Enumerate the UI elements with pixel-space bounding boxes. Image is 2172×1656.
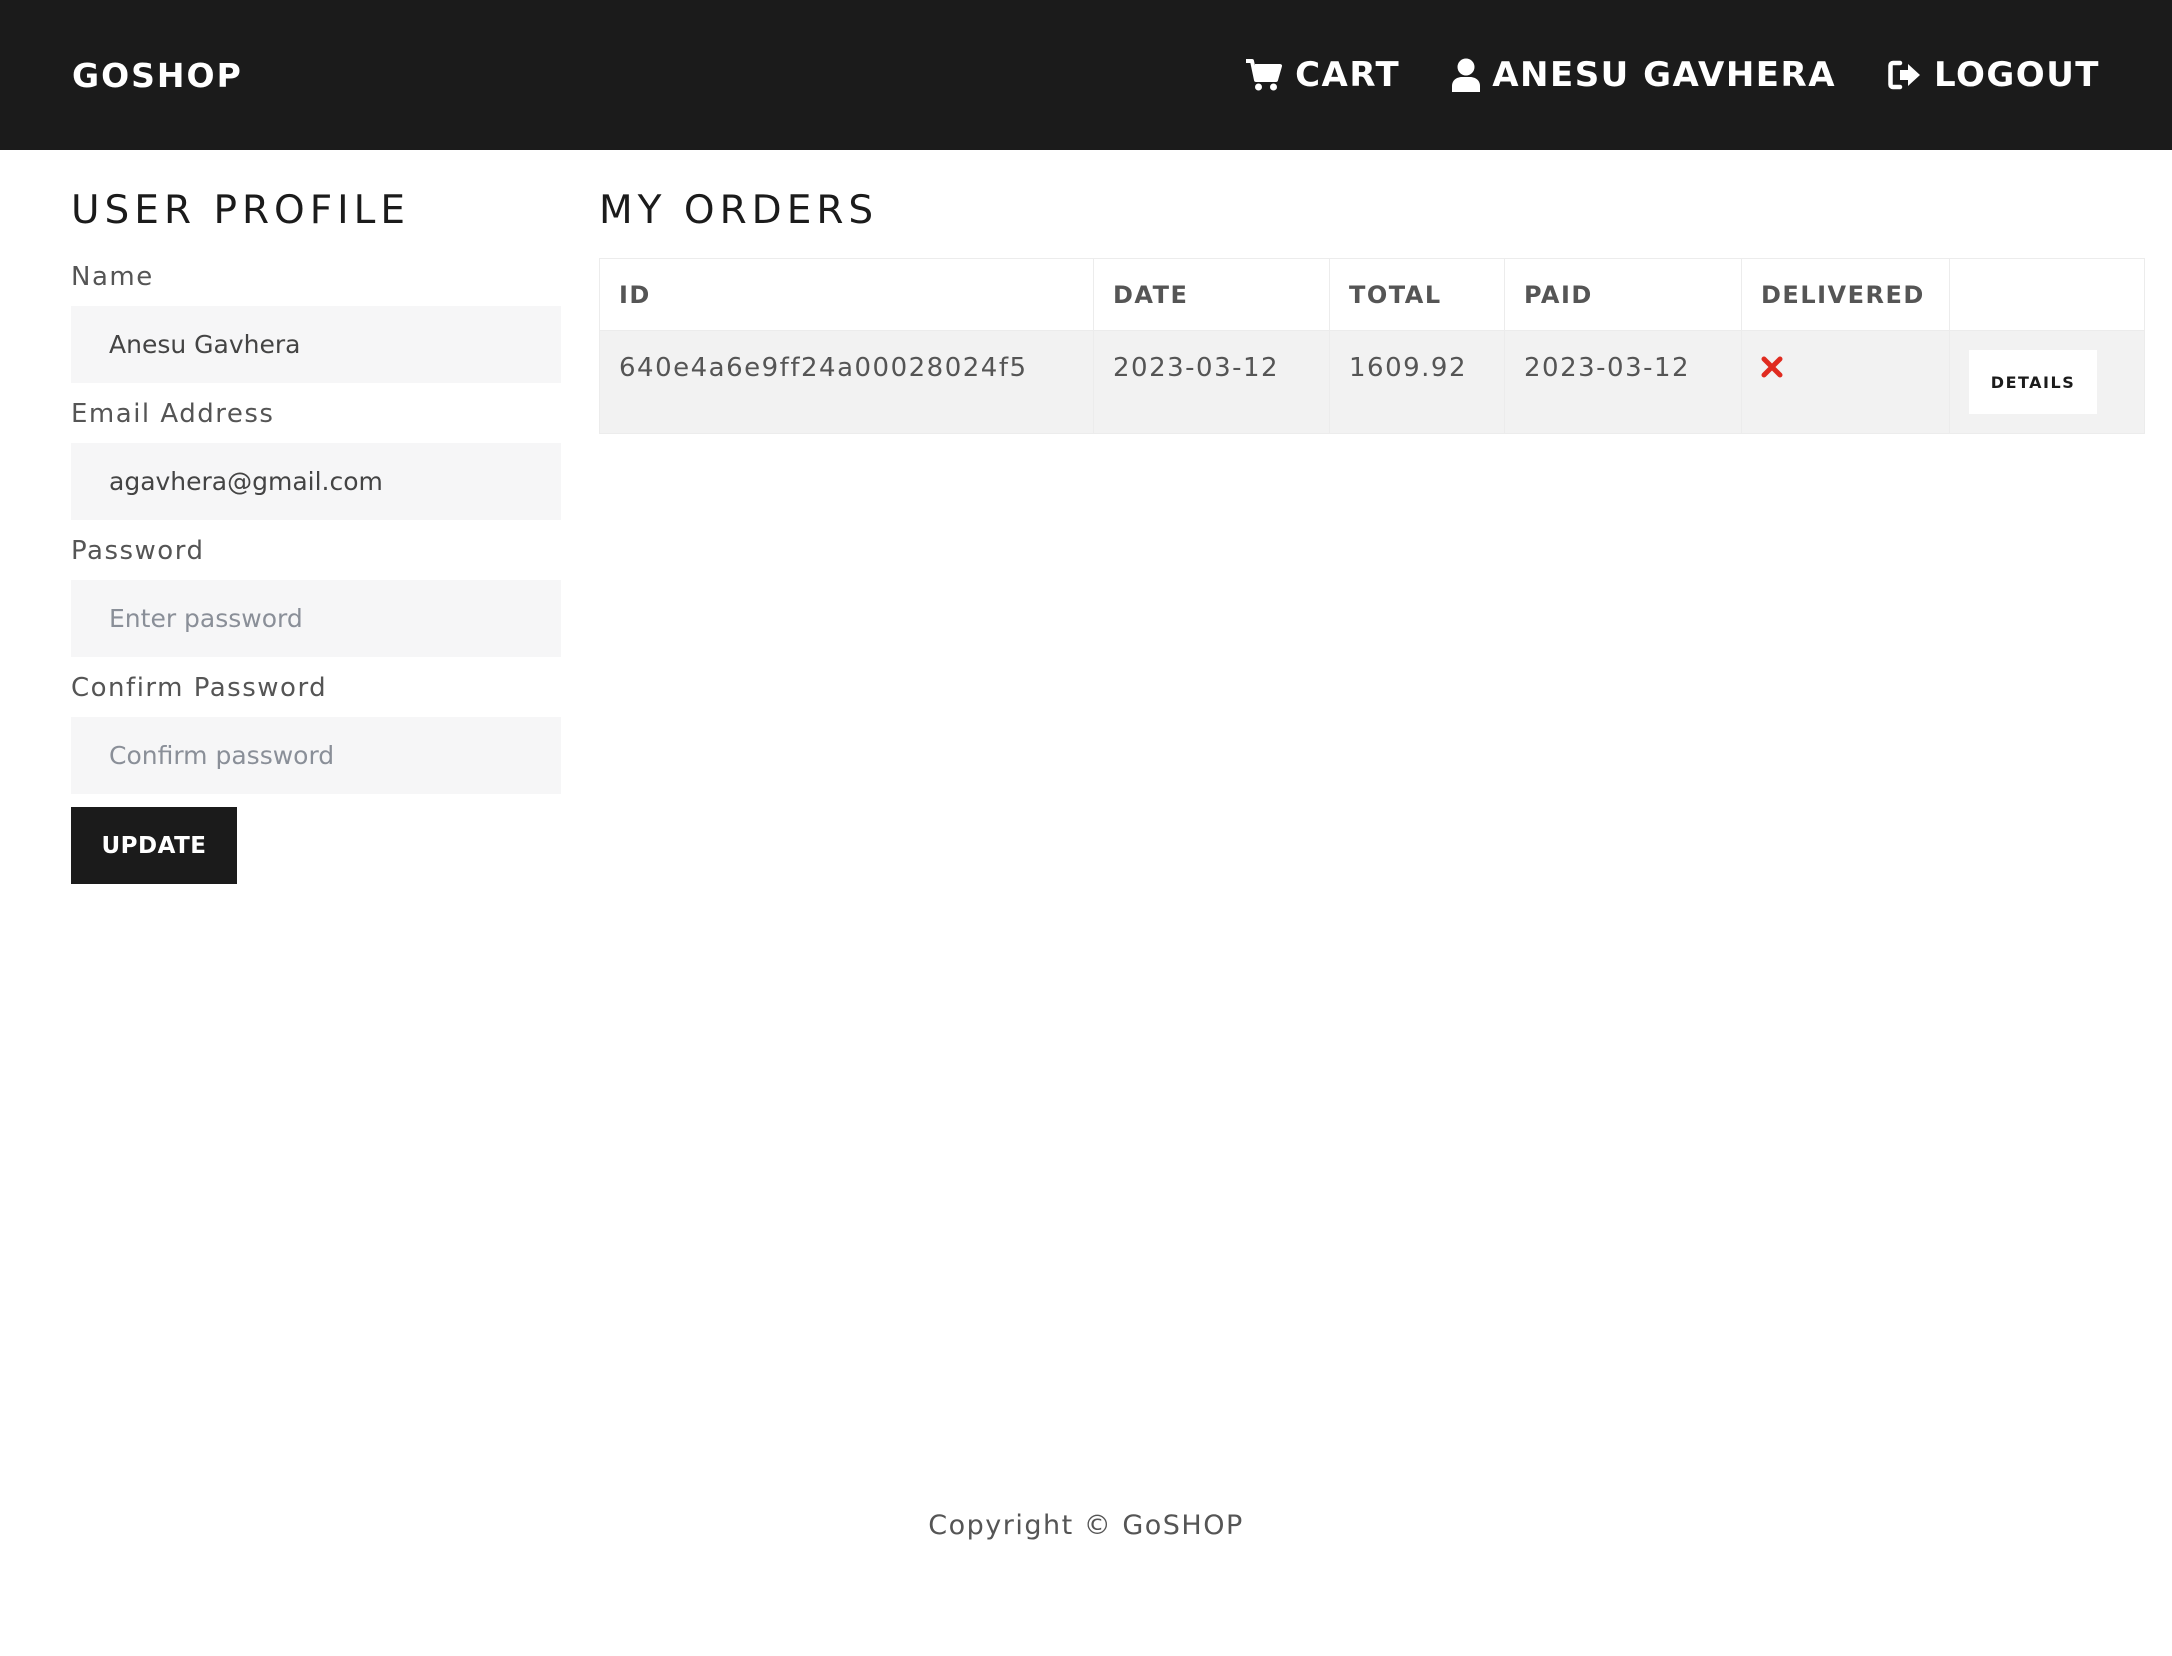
profile-title: USER PROFILE <box>71 188 411 233</box>
email-group: Email Address <box>71 393 561 520</box>
nav-logout-link[interactable]: LOGOUT <box>1888 55 2100 95</box>
footer: Copyright © GoSHOP <box>0 1510 2172 1541</box>
details-button[interactable]: DETAILS <box>1969 350 2097 414</box>
nav-user-menu[interactable]: ANESU GAVHERA <box>1452 55 1836 95</box>
logout-icon <box>1888 60 1922 90</box>
name-group: Name <box>71 256 561 383</box>
confirm-password-group: Confirm Password <box>71 667 561 794</box>
column-header-delivered: DELIVERED <box>1741 258 1950 331</box>
cart-icon <box>1245 58 1283 92</box>
table-row: 640e4a6e9ff24a00028024f5 2023-03-12 1609… <box>599 330 2145 434</box>
nav-links: CART ANESU GAVHERA LOGOUT <box>1245 55 2100 95</box>
nav-cart-link[interactable]: CART <box>1245 55 1400 95</box>
order-date-cell: 2023-03-12 <box>1093 330 1330 434</box>
nav-cart-label: CART <box>1295 55 1401 95</box>
brand-logo[interactable]: GOSHOP <box>72 56 243 95</box>
times-icon <box>1761 355 1783 385</box>
navbar: GOSHOP CART ANESU GAVHERA LOGOUT <box>0 0 2172 150</box>
orders-table: ID DATE TOTAL PAID DELIVERED 640e4a6e9ff… <box>599 258 2145 434</box>
name-label: Name <box>71 262 154 292</box>
password-label: Password <box>71 536 205 566</box>
user-profile-section: USER PROFILE Name Email Address Password… <box>71 180 561 884</box>
name-input[interactable] <box>71 306 561 383</box>
nav-user-label: ANESU GAVHERA <box>1492 55 1837 95</box>
user-icon <box>1452 58 1481 92</box>
column-header-paid: PAID <box>1504 258 1742 331</box>
order-id-cell: 640e4a6e9ff24a00028024f5 <box>599 330 1094 434</box>
nav-logout-label: LOGOUT <box>1934 55 2100 95</box>
column-header-id: ID <box>599 258 1094 331</box>
order-delivered-cell <box>1741 330 1950 434</box>
orders-title: MY ORDERS <box>599 188 879 233</box>
column-header-total: TOTAL <box>1329 258 1505 331</box>
email-label: Email Address <box>71 399 275 429</box>
update-button[interactable]: UPDATE <box>71 807 237 884</box>
column-header-actions <box>1949 258 2145 331</box>
my-orders-section: MY ORDERS ID DATE TOTAL PAID DELIVERED 6… <box>599 180 2145 434</box>
copyright-text: Copyright © GoSHOP <box>928 1510 1244 1541</box>
column-header-date: DATE <box>1093 258 1330 331</box>
email-input[interactable] <box>71 443 561 520</box>
password-input[interactable] <box>71 580 561 657</box>
order-actions-cell: DETAILS <box>1949 330 2145 434</box>
confirm-password-label: Confirm Password <box>71 673 328 703</box>
order-paid-cell: 2023-03-12 <box>1504 330 1742 434</box>
confirm-password-input[interactable] <box>71 717 561 794</box>
table-header-row: ID DATE TOTAL PAID DELIVERED <box>599 258 2145 331</box>
password-group: Password <box>71 530 561 657</box>
order-total-cell: 1609.92 <box>1329 330 1505 434</box>
